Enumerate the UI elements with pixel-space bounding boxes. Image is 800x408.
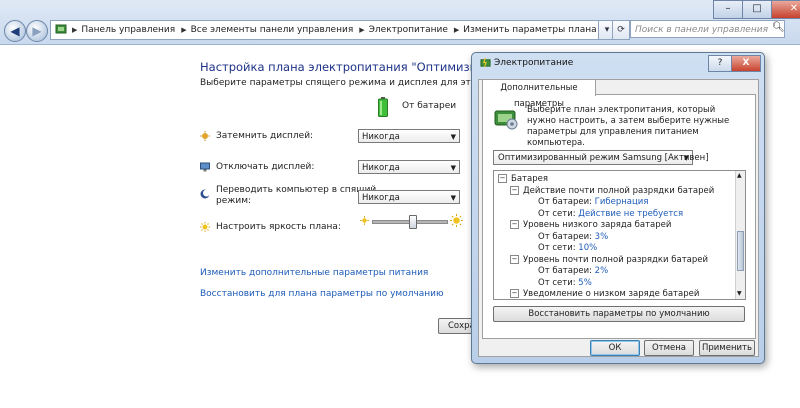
help-icon[interactable]: ? <box>708 55 732 72</box>
tree-leaf[interactable]: От батареи: 2% <box>538 266 608 276</box>
control-panel-icon <box>55 23 67 38</box>
power-options-dialog: Электропитание ? X Дополнительные параме… <box>471 52 765 364</box>
tree-leaf-key: От сети: <box>538 277 576 288</box>
tree-leaf-value[interactable]: 2% <box>595 266 609 276</box>
dim-display-label: Затемнить дисплей: <box>216 131 314 141</box>
tab-advanced-settings[interactable]: Дополнительные параметры <box>482 79 596 109</box>
restore-defaults-button[interactable]: Восстановить параметры по умолчанию <box>493 306 745 322</box>
sleep-moon-icon <box>200 189 210 202</box>
breadcrumb-separator-icon: ▶ <box>181 26 187 34</box>
scroll-up-icon[interactable]: ▲ <box>737 172 742 179</box>
tree-node-label: Уровень низкого заряда батарей <box>523 220 672 230</box>
forward-arrow-icon[interactable]: ▶ <box>26 20 48 42</box>
dim-display-value: Никогда <box>362 132 400 142</box>
scroll-down-icon[interactable]: ▼ <box>737 290 742 297</box>
brightness-label: Настроить яркость плана: <box>216 222 341 232</box>
tree-node[interactable]: − Действие почти полной разрядки батарей <box>510 185 715 196</box>
tree-node-label: Уведомление о низком заряде батарей <box>523 289 700 299</box>
refresh-icon[interactable]: ⟳ <box>612 20 630 40</box>
plan-select-value: Оптимизированный режим Samsung [Активен] <box>498 153 709 163</box>
window-controls: – □ ✕ <box>713 0 800 19</box>
tree-scrollbar-thumb[interactable] <box>737 231 744 271</box>
battery-icon <box>378 97 388 120</box>
turn-off-display-label: Отключать дисплей: <box>216 162 315 172</box>
breadcrumb-separator-icon: ▶ <box>359 26 365 34</box>
brightness-high-icon <box>450 214 463 230</box>
tree-leaf[interactable]: От батареи: 3% <box>538 232 608 242</box>
ok-button[interactable]: ОК <box>590 340 640 356</box>
dim-display-icon <box>200 131 210 144</box>
tree-leaf-key: От батареи: <box>538 266 592 276</box>
dialog-close-icon[interactable]: X <box>731 55 761 72</box>
collapse-icon[interactable]: − <box>498 174 507 183</box>
restore-defaults-link[interactable]: Восстановить для плана параметры по умол… <box>200 289 444 299</box>
tree-leaf-value[interactable]: 5% <box>578 278 592 288</box>
brightness-sun-icon <box>200 222 210 235</box>
tree-node-label: Действие почти полной разрядки батарей <box>523 185 715 196</box>
chevron-down-icon: ▼ <box>450 133 456 141</box>
tree-node[interactable]: − Батарея <box>498 174 548 184</box>
chevron-down-icon: ▼ <box>450 194 456 202</box>
maximize-icon[interactable]: □ <box>742 0 772 19</box>
power-options-icon <box>480 57 491 71</box>
tree-leaf-value[interactable]: Действие не требуется <box>578 209 683 219</box>
tree-leaf-value[interactable]: Гибернация <box>595 197 649 207</box>
close-icon[interactable]: ✕ <box>771 0 800 19</box>
brightness-slider-thumb[interactable] <box>409 215 417 229</box>
sleep-value: Никогда <box>362 193 400 203</box>
tree-node[interactable]: − Уровень почти полной разрядки батарей <box>510 254 709 265</box>
tree-leaf[interactable]: От батареи: Гибернация <box>538 197 648 207</box>
tree-leaf[interactable]: От сети: 10% <box>538 243 597 253</box>
dialog-title-buttons: ? X <box>708 55 761 72</box>
search-input[interactable]: Поиск в панели управления <box>630 20 785 38</box>
tree-node[interactable]: − Уровень низкого заряда батарей <box>510 220 671 230</box>
breadcrumb-item[interactable]: Все элементы панели управления <box>191 25 354 35</box>
chevron-down-icon: ▼ <box>450 164 456 172</box>
breadcrumb-separator-icon: ▶ <box>453 26 460 34</box>
sleep-select[interactable]: Никогда ▼ <box>358 190 460 204</box>
address-bar[interactable]: ▶ Панель управления ▶ Все элементы панел… <box>50 20 600 40</box>
tree-leaf-value[interactable]: 10% <box>578 243 597 253</box>
breadcrumb-item[interactable]: Панель управления <box>81 25 175 35</box>
tree-node-label: Батарея <box>511 174 548 184</box>
tree-leaf-key: От батареи: <box>538 231 592 242</box>
brightness-slider-track[interactable] <box>372 215 448 229</box>
plan-select[interactable]: Оптимизированный режим Samsung [Активен]… <box>493 150 709 165</box>
breadcrumb-item[interactable]: Электропитание <box>369 25 448 35</box>
chevron-down-icon: ▼ <box>683 154 689 162</box>
tree-leaf[interactable]: От сети: 5% <box>538 278 592 288</box>
turn-off-display-select[interactable]: Никогда ▼ <box>358 160 460 174</box>
dim-display-select[interactable]: Никогда ▼ <box>358 129 460 143</box>
tree-leaf-value[interactable]: 3% <box>595 232 609 242</box>
turn-off-display-value: Никогда <box>362 163 400 173</box>
column-header: От батареи <box>402 101 457 111</box>
sleep-label-line2: режим: <box>216 196 252 206</box>
search-icon[interactable]: 🔍︎ <box>772 22 785 33</box>
collapse-icon[interactable]: − <box>510 220 519 229</box>
minimize-icon[interactable]: – <box>713 0 743 19</box>
collapse-icon[interactable]: − <box>510 289 519 298</box>
sleep-label: Переводить компьютер в спящий <box>216 185 377 195</box>
dialog-title: Электропитание <box>494 58 574 68</box>
apply-button[interactable]: Применить <box>699 340 755 356</box>
tree-leaf-key: От сети: <box>538 243 576 253</box>
collapse-icon[interactable]: − <box>510 185 519 195</box>
settings-tree[interactable]: − Батарея − Действие почти полной разрядки… <box>493 170 746 300</box>
tree-scrollbar[interactable]: ▲ ▼ <box>735 171 745 299</box>
tree-node[interactable]: − Уведомление о низком заряде батарей <box>510 289 699 299</box>
monitor-icon <box>200 162 210 175</box>
breadcrumb-separator-icon: ▶ <box>72 26 78 34</box>
collapse-icon[interactable]: − <box>510 254 519 264</box>
tab-content: Выберите план электропитания, который ну… <box>482 94 756 339</box>
advanced-settings-link[interactable]: Изменить дополнительные параметры питани… <box>200 268 428 278</box>
back-arrow-icon[interactable]: ◀ <box>4 20 26 42</box>
tree-node-label: Уровень почти полной разрядки батарей <box>523 254 709 265</box>
cancel-button[interactable]: Отмена <box>644 340 694 356</box>
tree-leaf-key: От сети: <box>538 208 576 219</box>
tree-leaf[interactable]: От сети: Действие не требуется <box>538 209 683 219</box>
breadcrumb-item[interactable]: Изменить параметры плана <box>463 25 596 35</box>
tree-leaf-key: От батареи: <box>538 197 592 207</box>
brightness-low-icon <box>360 216 369 228</box>
